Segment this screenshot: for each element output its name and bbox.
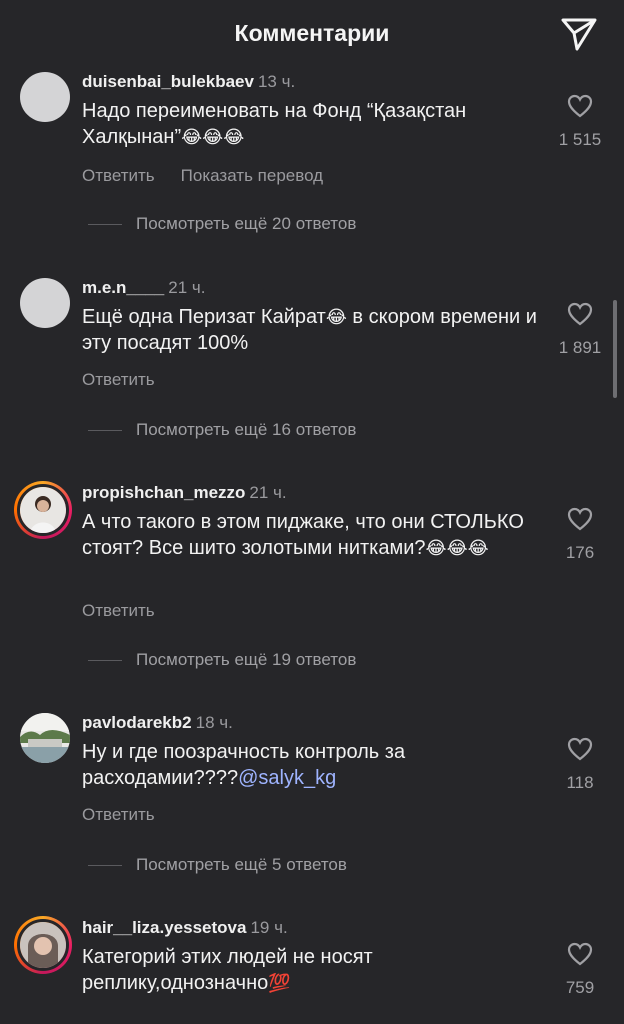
comment-text: А что такого в этом пиджаке, что они СТО… — [82, 509, 542, 561]
comment-time: 21 ч. — [249, 483, 287, 502]
view-replies-label: Посмотреть ещё 19 ответов — [136, 650, 357, 669]
like-count: 1 515 — [558, 130, 602, 149]
landscape-photo-icon — [20, 713, 70, 763]
paper-plane-icon[interactable] — [560, 16, 598, 52]
person-photo-icon — [20, 922, 66, 968]
divider — [88, 865, 122, 867]
avatar[interactable] — [14, 481, 72, 539]
emoji: 💯 — [268, 973, 291, 993]
comment-author[interactable]: pavlodarekb2 — [82, 713, 192, 732]
avatar[interactable] — [20, 72, 70, 122]
view-replies-label: Посмотреть ещё 16 ответов — [136, 420, 357, 439]
reply-button[interactable]: Ответить — [82, 805, 155, 824]
comment-author[interactable]: propishchan_mezzo — [82, 483, 245, 502]
comment-time: 13 ч. — [257, 72, 296, 91]
avatar[interactable] — [20, 713, 70, 763]
comment-text: Надо переименовать на Фонд “Қазақстан Ха… — [82, 98, 542, 150]
heart-icon — [567, 94, 593, 118]
view-replies-button[interactable]: Посмотреть ещё 5 ответов — [88, 855, 347, 875]
like-button[interactable]: 1 891 — [548, 302, 612, 358]
like-button[interactable]: 759 — [548, 942, 612, 998]
heart-icon — [567, 507, 593, 531]
divider — [88, 660, 122, 662]
like-count: 176 — [565, 543, 595, 562]
heart-icon — [567, 302, 593, 326]
reply-button[interactable]: Ответить — [82, 370, 155, 389]
comment-time: 21 ч. — [168, 278, 206, 297]
emoji: 😂 — [325, 307, 347, 327]
view-replies-button[interactable]: Посмотреть ещё 16 ответов — [88, 420, 356, 440]
header: Комментарии — [0, 0, 624, 68]
comment-time: 18 ч. — [195, 713, 233, 732]
heart-icon — [567, 737, 593, 761]
comment-author[interactable]: hair__liza.yessetova — [82, 918, 246, 937]
comment-text-body: Категорий этих людей не носят реплику,од… — [82, 946, 373, 994]
view-replies-label: Посмотреть ещё 20 ответов — [136, 214, 357, 233]
page-title: Комментарии — [234, 20, 390, 46]
comment-author[interactable]: m.e.n____ — [82, 278, 164, 297]
divider — [88, 430, 122, 432]
avatar-photo — [17, 484, 69, 536]
comment-time: 19 ч. — [250, 918, 288, 937]
comment-text: Ещё одна Перизат Кайрат😂 в скором времен… — [82, 304, 542, 356]
like-count: 759 — [565, 978, 595, 997]
view-replies-label: Посмотреть ещё 5 ответов — [136, 855, 347, 874]
emoji: 😂😂😂 — [425, 538, 489, 558]
comment-text-body: Надо переименовать на Фонд “Қазақстан Ха… — [82, 100, 467, 148]
divider — [88, 224, 122, 226]
comment-text: Ну и где поозрачность контроль за расход… — [82, 739, 542, 791]
view-replies-button[interactable]: Посмотреть ещё 19 ответов — [88, 650, 356, 670]
comment-text: Категорий этих людей не носят реплику,од… — [82, 944, 542, 996]
reply-button[interactable]: Ответить — [82, 166, 155, 185]
like-button[interactable]: 176 — [548, 507, 612, 563]
like-button[interactable]: 118 — [548, 737, 612, 793]
avatar[interactable] — [20, 278, 70, 328]
emoji: 😂😂😂 — [181, 127, 245, 147]
comment-text-body: Ещё одна Перизат Кайрат — [82, 306, 326, 328]
reply-button[interactable]: Ответить — [82, 601, 155, 620]
like-count: 118 — [566, 773, 594, 792]
person-photo-icon — [20, 487, 66, 533]
avatar[interactable] — [14, 916, 72, 974]
mention-link[interactable]: @salyk_kg — [238, 767, 336, 789]
scrollbar[interactable] — [613, 300, 617, 398]
like-count: 1 891 — [558, 338, 602, 357]
view-replies-button[interactable]: Посмотреть ещё 20 ответов — [88, 214, 356, 234]
heart-icon — [567, 942, 593, 966]
comment-author[interactable]: duisenbai_bulekbaev — [82, 72, 254, 91]
avatar-photo — [17, 919, 69, 971]
like-button[interactable]: 1 515 — [548, 94, 612, 150]
show-translation-button[interactable]: Показать перевод — [181, 166, 323, 185]
